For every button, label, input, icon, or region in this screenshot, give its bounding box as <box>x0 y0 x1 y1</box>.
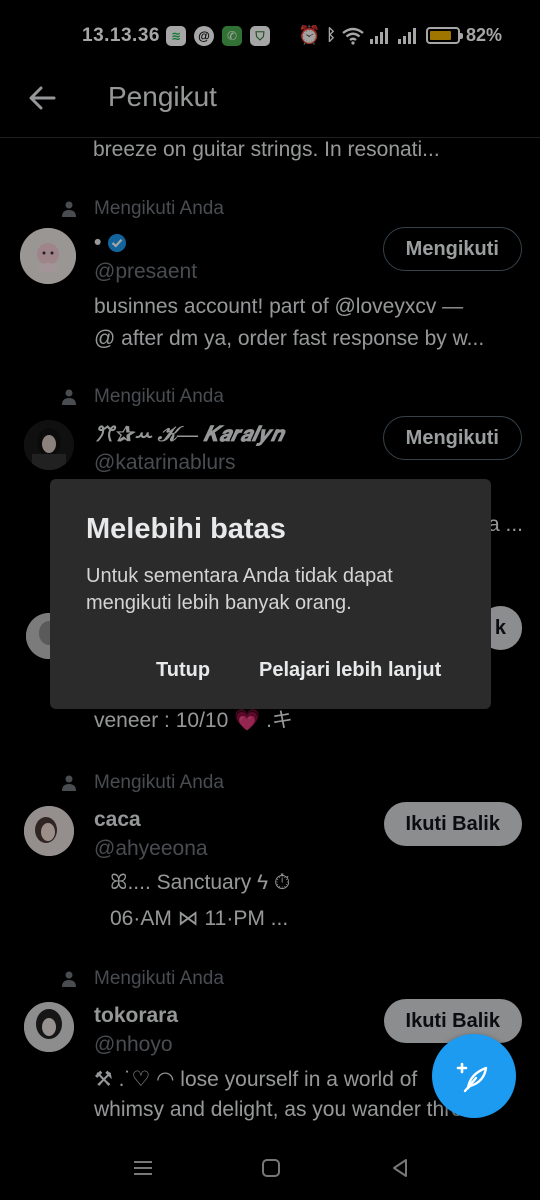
compose-button[interactable] <box>432 1034 516 1118</box>
learn-more-button[interactable]: Pelajari lebih lanjut <box>259 659 441 682</box>
home-icon[interactable] <box>259 1156 283 1180</box>
limit-dialog: Melebihi batas Untuk sementara Anda tida… <box>50 479 491 709</box>
recent-apps-icon[interactable] <box>131 1156 155 1180</box>
compose-feather-icon <box>456 1062 488 1093</box>
dialog-message: Untuk sementara Anda tidak dapat mengiku… <box>86 565 393 614</box>
system-nav-bar <box>0 1138 540 1200</box>
dialog-title: Melebihi batas <box>86 513 286 545</box>
back-nav-icon[interactable] <box>388 1156 412 1180</box>
close-button[interactable]: Tutup <box>156 659 210 682</box>
